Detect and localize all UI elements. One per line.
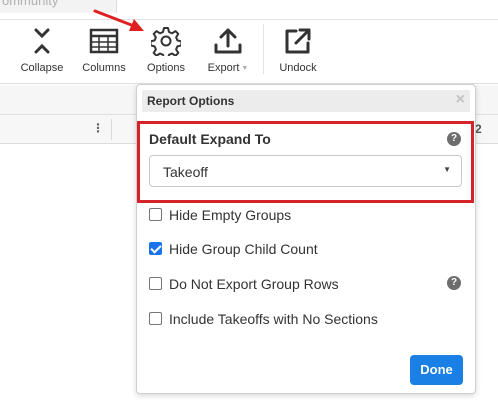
hide-empty-groups-checkbox[interactable] [149,208,162,221]
done-button[interactable]: Done [410,355,463,385]
undock-label: Undock [279,62,317,74]
popup-title: Report Options [147,94,235,108]
export-label: Export [207,62,240,74]
include-takeoffs-no-sections-checkbox[interactable] [149,312,162,325]
close-icon[interactable]: × [456,91,465,109]
help-icon[interactable]: ? [447,276,461,290]
do-not-export-group-rows-checkbox[interactable] [149,277,162,290]
default-expand-value: Takeoff [163,164,208,180]
options-label: Options [147,62,185,74]
default-expand-label: Default Expand To [149,131,271,147]
option-label: Hide Group Child Count [169,241,318,257]
hide-group-child-count-checkbox[interactable] [149,242,162,255]
external-link-icon [285,28,311,54]
default-expand-select[interactable]: Takeoff ▼ [149,155,462,187]
export-button[interactable]: Export ▼ [203,26,253,80]
report-toolbar: Collapse Columns Options Export ▼ Undock [0,20,498,84]
upload-icon [214,28,242,54]
tab-community-label: ommunity [2,0,59,8]
toolbar-divider [263,24,264,74]
collapse-icon [34,28,50,54]
annotation-arrow-icon [93,9,144,31]
option-label: Do Not Export Group Rows [169,276,339,292]
top-tab-bar: ommunity [0,0,498,20]
column-menu-icon[interactable]: ⋮ [92,121,104,135]
gear-icon [151,27,181,56]
column-divider [111,119,112,140]
chevron-down-icon: ▼ [241,65,249,72]
undock-button[interactable]: Undock [273,26,323,80]
columns-label: Columns [82,62,126,74]
collapse-button[interactable]: Collapse [17,26,67,80]
help-icon[interactable]: ? [447,132,461,146]
chevron-down-icon: ▼ [443,165,451,174]
option-label: Include Takeoffs with No Sections [169,311,378,327]
option-label: Hide Empty Groups [169,207,292,223]
report-options-popup: Report Options × Default Expand To ? Tak… [136,84,476,394]
collapse-label: Collapse [20,62,64,74]
popup-header: Report Options × [142,90,470,112]
column-header-number: 2 [475,122,482,136]
